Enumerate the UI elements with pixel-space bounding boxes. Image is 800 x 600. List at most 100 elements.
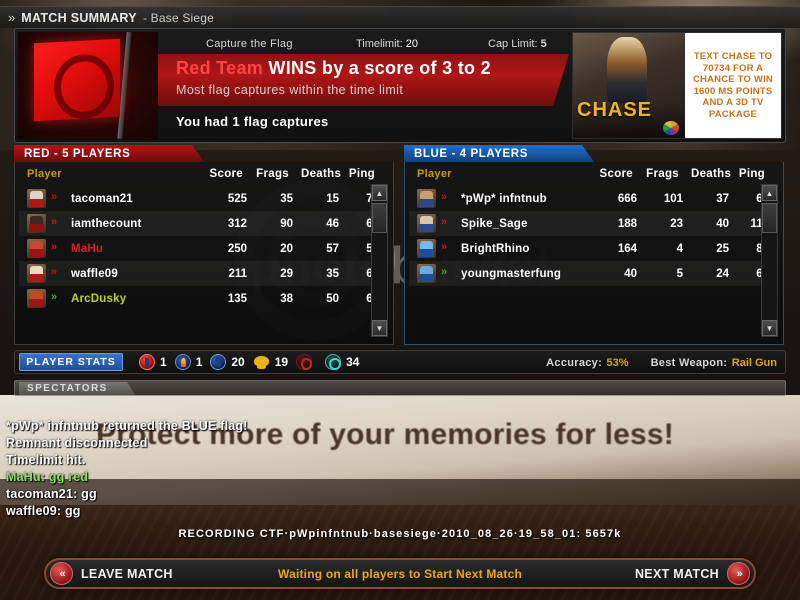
player-frags: 29: [280, 267, 293, 280]
titlebar: » MATCH SUMMARY - Base Siege: [0, 6, 800, 28]
rank-chevron-icon: »: [51, 266, 57, 278]
player-deaths: 15: [326, 192, 339, 205]
player-score: 312: [227, 217, 247, 230]
timelimit-value: 20: [405, 38, 418, 50]
chat-line: tacoman21: gg: [6, 487, 97, 501]
player-avatar: [417, 214, 436, 233]
scroll-up-icon[interactable]: ▲: [372, 185, 387, 201]
chat-line: Remnant disconnected: [6, 436, 148, 450]
table-row[interactable]: »BrightRhino16442583: [409, 236, 769, 261]
blue-team-body: Player Score Frags Deaths Ping » *pWp* in…: [404, 162, 784, 345]
player-frags: 35: [280, 192, 293, 205]
scroll-down-icon[interactable]: ▼: [762, 320, 777, 336]
table-row[interactable]: »waffle09211293566: [19, 261, 379, 286]
table-row[interactable]: »MaHu250205754: [19, 236, 379, 261]
accuracy-value: 53%: [606, 357, 629, 369]
red-team-tab[interactable]: RED - 5 PLAYERS: [14, 145, 204, 162]
table-row[interactable]: »youngmasterfung4052464: [409, 261, 769, 286]
player-stats-button[interactable]: PLAYER STATS: [19, 353, 123, 371]
spectators-label: SPECTATORS: [27, 383, 108, 394]
blue-team-panel: BLUE - 4 PLAYERS Player Score Frags Deat…: [404, 145, 784, 345]
player-frags: 90: [280, 217, 293, 230]
advertisement-panel[interactable]: CHASE TEXT CHASE TO 70734 FOR A CHANCE T…: [572, 32, 782, 139]
player-stat-item: 20: [210, 354, 245, 370]
waiting-status-text: Waiting on all players to Start Next Mat…: [278, 566, 522, 581]
table-row[interactable]: »tacoman21525351579: [19, 186, 379, 211]
player-avatar: [27, 239, 46, 258]
accuracy-target-icon: [325, 354, 342, 370]
player-stat-value: 20: [231, 355, 245, 369]
player-stat-value: 1: [160, 355, 167, 369]
scroll-thumb[interactable]: [762, 203, 777, 233]
col-player: Player: [417, 168, 452, 180]
player-deaths: 24: [716, 267, 729, 280]
player-stat-value: 1: [195, 355, 203, 369]
spectators-bar[interactable]: SPECTATORS: [14, 380, 786, 396]
game-mode-label: Capture the Flag: [206, 38, 293, 50]
red-scrollbar[interactable]: ▲ ▼: [371, 184, 388, 337]
player-stat-icons: 1 1 20 19 34: [139, 354, 359, 370]
player-avatar: [417, 264, 436, 283]
spectators-tab[interactable]: SPECTATORS: [19, 382, 135, 395]
winner-headline: Red Team WINS by a score of 3 to 2: [176, 58, 569, 79]
scroll-up-icon[interactable]: ▲: [762, 185, 777, 201]
player-frags: 5: [676, 267, 683, 280]
accuracy-group: Accuracy: 53%: [546, 353, 628, 371]
col-frags: Frags: [646, 168, 679, 180]
col-score: Score: [209, 168, 243, 180]
table-row[interactable]: »iamthecount312904668: [19, 211, 379, 236]
player-name: tacoman21: [71, 192, 133, 205]
match-summary-screen: » MATCH SUMMARY - Base Siege Capture the…: [0, 0, 800, 600]
player-score: 164: [617, 242, 637, 255]
accuracy-label: Accuracy:: [546, 357, 603, 369]
flag-capture-icon: [139, 354, 155, 370]
player-avatar: [417, 239, 436, 258]
red-team-tab-label: RED - 5 PLAYERS: [24, 147, 131, 160]
rank-chevron-icon: »: [51, 241, 57, 253]
team-flag-emblem: [18, 32, 158, 139]
personal-result: You had 1 flag captures: [176, 114, 329, 129]
col-ping: Ping: [348, 168, 375, 180]
chat-line: waffle09: gg: [6, 504, 81, 518]
blue-scrollbar[interactable]: ▲ ▼: [761, 184, 778, 337]
page-title: MATCH SUMMARY: [21, 10, 137, 25]
scroll-thumb[interactable]: [372, 203, 387, 233]
table-row[interactable]: »*pWp* infntnub6661013763: [409, 186, 769, 211]
best-weapon-group: Best Weapon: Rail Gun: [651, 353, 777, 371]
rank-chevron-icon: »: [51, 291, 57, 303]
player-avatar: [417, 189, 436, 208]
player-name: Spike_Sage: [461, 217, 528, 230]
blue-team-tab[interactable]: BLUE - 4 PLAYERS: [404, 145, 594, 162]
player-stats-bar: PLAYER STATS 1 1 20 19 34 Accuracy: 53% Best…: [14, 350, 786, 374]
player-score: 188: [617, 217, 637, 230]
player-stat-value: 34: [346, 355, 360, 369]
timelimit-group: Timelimit: 20: [356, 38, 418, 50]
col-player: Player: [27, 168, 62, 180]
winning-team-name: Red Team: [176, 58, 264, 78]
scroll-down-icon[interactable]: ▼: [372, 320, 387, 336]
chat-line: *pWp* infntnub returned the BLUE flag!: [6, 419, 248, 433]
player-deaths: 57: [326, 242, 339, 255]
red-team-panel: RED - 5 PLAYERS Player Score Frags Death…: [14, 145, 394, 345]
assist-icon: [296, 354, 313, 370]
player-deaths: 40: [716, 217, 729, 230]
ad-copy-text: TEXT CHASE TO 70734 FOR A CHANCE TO WIN …: [685, 33, 781, 138]
caplimit-group: Cap Limit: 5: [488, 38, 547, 50]
ad-image: CHASE: [573, 33, 685, 138]
player-score: 40: [624, 267, 637, 280]
player-avatar: [27, 289, 46, 308]
flag-defend-icon: [210, 354, 227, 370]
ad-brand-logo: CHASE: [577, 99, 653, 121]
red-team-flag-icon: [34, 38, 120, 122]
table-row[interactable]: » Spike_Sage 188 23 40 115: [409, 211, 769, 236]
player-score: 135: [227, 292, 247, 305]
rank-chevron-icon: »: [51, 191, 57, 203]
chevron-right-icon: »: [8, 10, 15, 25]
table-row[interactable]: »ArcDusky135385060: [19, 286, 379, 311]
best-weapon-label: Best Weapon:: [650, 357, 728, 369]
recording-text: RECORDING CTF·pWpinfntnub·basesiege·2010…: [178, 528, 622, 540]
player-deaths: 37: [716, 192, 729, 205]
red-column-headers: Player Score Frags Deaths Ping: [15, 168, 393, 184]
recording-status: RECORDING CTF·pWpinfntnub·basesiege·2010…: [0, 524, 800, 542]
caplimit-value: 5: [540, 38, 547, 50]
